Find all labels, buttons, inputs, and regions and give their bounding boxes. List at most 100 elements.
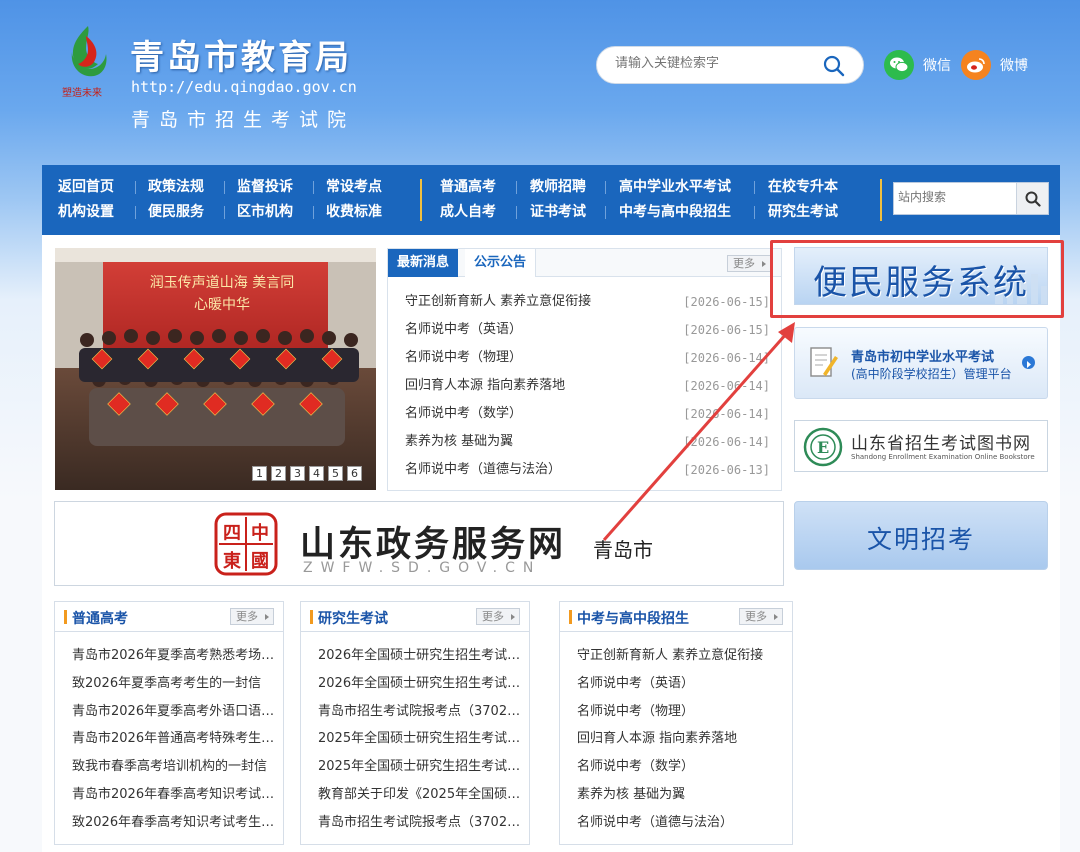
- bookstore-logo-icon: E: [803, 427, 843, 471]
- nav-self-exam[interactable]: 成人自考: [440, 202, 496, 227]
- nav-postgraduate[interactable]: 研究生考试: [768, 202, 838, 227]
- exam-platform-banner[interactable]: 青岛市初中学业水平考试 (高中阶段学校招生）管理平台: [794, 327, 1048, 399]
- exam-platform-line1: 青岛市初中学业水平考试: [851, 350, 995, 365]
- nav-home[interactable]: 返回首页: [58, 177, 114, 202]
- nav-service[interactable]: 便民服务: [148, 202, 204, 227]
- nav-teacher[interactable]: 教师招聘: [530, 177, 586, 202]
- nav-gaokao[interactable]: 普通高考: [440, 177, 496, 202]
- news-date: [2026-06-15]: [683, 323, 770, 337]
- nav-district[interactable]: 区市机构: [237, 202, 293, 227]
- news-title[interactable]: 名师说中考（英语）: [405, 316, 522, 344]
- list-item[interactable]: 2025年全国硕士研究生招生考试网上确认: [318, 753, 523, 781]
- column-more-button[interactable]: 更多: [739, 608, 783, 625]
- column-header: 研究生考试 更多: [301, 602, 529, 632]
- search-icon: [1025, 191, 1041, 207]
- tab-public-notice[interactable]: 公示公告: [465, 249, 537, 277]
- accent-bar: [310, 610, 313, 624]
- news-title[interactable]: 素养为核 基础为翼: [405, 428, 513, 456]
- search-icon[interactable]: [823, 55, 845, 81]
- list-item[interactable]: 名师说中考（数学）: [577, 753, 782, 781]
- nav-organization[interactable]: 机构设置: [58, 202, 114, 227]
- header-search-input[interactable]: [615, 56, 815, 71]
- list-item[interactable]: 青岛市招生考试院报考点（3702）公告: [318, 809, 523, 837]
- news-item[interactable]: 素养为核 基础为翼 [2026-06-14]: [405, 428, 770, 456]
- news-tabs: 最新消息 公示公告 更多: [388, 249, 781, 277]
- news-item[interactable]: 回归育人本源 指向素养落地 [2026-06-14]: [405, 372, 770, 400]
- list-item[interactable]: 名师说中考（道德与法治）: [577, 809, 782, 837]
- nav-academic-test[interactable]: 高中学业水平考试: [619, 177, 731, 202]
- wechat-link[interactable]: 微信: [884, 50, 951, 80]
- site-subtitle: 青岛市招生考试院: [131, 109, 356, 131]
- list-item[interactable]: 青岛市2026年夏季高考外语口语考试通知: [72, 698, 277, 726]
- nav-separator: [754, 181, 755, 194]
- shandong-gov-service-banner[interactable]: 四 中 東 國 山东政务服务网 ZWFW.SD.GOV.CN 青岛市: [54, 501, 784, 586]
- slide-page-3[interactable]: 3: [290, 466, 305, 481]
- nav-separator: [516, 206, 517, 219]
- list-item[interactable]: 2025年全国硕士研究生招生考试公告: [318, 725, 523, 753]
- slide-page-6[interactable]: 6: [347, 466, 362, 481]
- news-title[interactable]: 名师说中考（道德与法治）: [405, 456, 561, 484]
- column-more-button[interactable]: 更多: [230, 608, 274, 625]
- list-item[interactable]: 青岛市招生考试院报考点（3702）公告: [318, 698, 523, 726]
- weibo-icon: [961, 50, 991, 80]
- weibo-link[interactable]: 微博: [961, 50, 1028, 80]
- site-search: [893, 182, 1049, 215]
- site-search-button[interactable]: [1016, 183, 1048, 214]
- list-item[interactable]: 致2026年春季高考知识考试考生须知: [72, 809, 277, 837]
- news-title[interactable]: 守正创新育新人 素养立意促衔接: [405, 288, 591, 316]
- site-url[interactable]: http://edu.qingdao.gov.cn: [131, 78, 357, 96]
- nav-certificate[interactable]: 证书考试: [530, 202, 586, 227]
- slide-page-1[interactable]: 1: [252, 466, 267, 481]
- list-item[interactable]: 名师说中考（英语）: [577, 670, 782, 698]
- news-more-button[interactable]: 更多: [727, 255, 771, 272]
- list-item[interactable]: 2026年全国硕士研究生招生考试网上确认: [318, 670, 523, 698]
- news-item[interactable]: 守正创新育新人 素养立意促衔接 [2026-06-15]: [405, 288, 770, 316]
- nav-policy[interactable]: 政策法规: [148, 177, 204, 202]
- list-item[interactable]: 青岛市2026年春季高考知识考试通知: [72, 781, 277, 809]
- news-box: 最新消息 公示公告 更多 守正创新育新人 素养立意促衔接 [2026-06-15]…: [387, 248, 782, 491]
- nav-separator: [313, 181, 314, 194]
- nav-exam-site[interactable]: 常设考点: [326, 177, 382, 202]
- list-item[interactable]: 名师说中考（物理）: [577, 698, 782, 726]
- list-item[interactable]: 青岛市2026年普通高考特殊考生报名通知: [72, 725, 277, 753]
- accent-bar: [64, 610, 67, 624]
- news-item[interactable]: 名师说中考（道德与法治） [2026-06-13]: [405, 456, 770, 484]
- slide-page-4[interactable]: 4: [309, 466, 324, 481]
- civil-exam-banner[interactable]: 文明招考: [794, 501, 1048, 570]
- list-item[interactable]: 素养为核 基础为翼: [577, 781, 782, 809]
- nav-separator: [224, 206, 225, 219]
- column-more-button[interactable]: 更多: [476, 608, 520, 625]
- bookstore-banner[interactable]: E 山东省招生考试图书网 Shandong Enrollment Examina…: [794, 420, 1048, 472]
- nav-separator: [135, 181, 136, 194]
- nav-fees[interactable]: 收费标准: [326, 202, 382, 227]
- bookstore-title: 山东省招生考试图书网: [851, 434, 1031, 454]
- accent-bar: [569, 610, 572, 624]
- photo-slideshow[interactable]: 润玉传声道山海 美言同心暖中华 1 2 3 4 5 6: [55, 248, 376, 490]
- column-title[interactable]: 普通高考: [72, 608, 128, 628]
- tab-latest-news[interactable]: 最新消息: [388, 249, 459, 277]
- news-item[interactable]: 名师说中考（数学） [2026-06-14]: [405, 400, 770, 428]
- column-title[interactable]: 中考与高中段招生: [577, 608, 689, 628]
- news-item[interactable]: 名师说中考（英语） [2026-06-15]: [405, 316, 770, 344]
- news-item[interactable]: 名师说中考（物理） [2026-06-14]: [405, 344, 770, 372]
- news-title[interactable]: 名师说中考（物理）: [405, 344, 522, 372]
- nav-group-4: 常设考点 收费标准: [326, 177, 382, 227]
- list-item[interactable]: 致我市春季高考培训机构的一封信: [72, 753, 277, 781]
- list-item[interactable]: 回归育人本源 指向素养落地: [577, 725, 782, 753]
- list-item[interactable]: 守正创新育新人 素养立意促衔接: [577, 642, 782, 670]
- news-title[interactable]: 回归育人本源 指向素养落地: [405, 372, 565, 400]
- news-title[interactable]: 名师说中考（数学）: [405, 400, 522, 428]
- nav-complaint[interactable]: 监督投诉: [237, 177, 293, 202]
- more-label: 更多: [236, 610, 258, 623]
- nav-upgrade[interactable]: 在校专升本: [768, 177, 838, 202]
- slide-page-5[interactable]: 5: [328, 466, 343, 481]
- list-item[interactable]: 教育部关于印发《2025年全国硕士研究生招生工作管理规定》: [318, 781, 523, 809]
- list-item[interactable]: 致2026年夏季高考考生的一封信: [72, 670, 277, 698]
- column-title[interactable]: 研究生考试: [318, 608, 388, 628]
- list-item[interactable]: 青岛市2026年夏季高考熟悉考场须知: [72, 642, 277, 670]
- nav-group-divider: [880, 179, 882, 221]
- list-item[interactable]: 2026年全国硕士研究生招生考试公告: [318, 642, 523, 670]
- slide-page-2[interactable]: 2: [271, 466, 286, 481]
- site-search-input[interactable]: [898, 190, 1014, 204]
- nav-zhongkao[interactable]: 中考与高中段招生: [619, 202, 731, 227]
